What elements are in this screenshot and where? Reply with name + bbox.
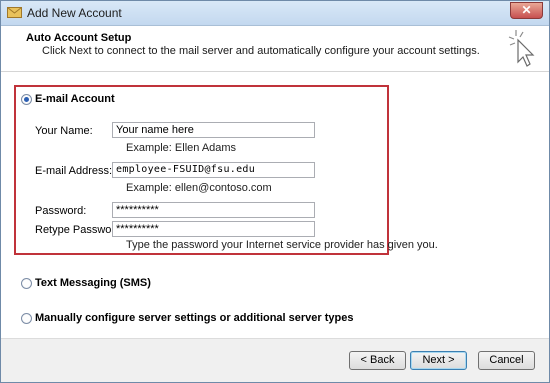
password-label: Password: [35,205,87,217]
button-bar: < Back Next > Cancel [1,338,549,382]
page-subtitle: Click Next to connect to the mail server… [42,45,480,57]
password-field[interactable]: ********** [112,202,315,218]
cursor-sparkle-icon [508,30,535,67]
outlook-app-icon [7,7,22,18]
email-account-label[interactable]: E-mail Account [35,93,115,105]
email-address-field[interactable]: employee-FSUID@fsu.edu [112,162,315,178]
back-button[interactable]: < Back [349,351,406,370]
text-messaging-radio[interactable] [21,278,32,289]
email-account-radio[interactable] [21,94,32,105]
next-button[interactable]: Next > [410,351,467,370]
window-title: Add New Account [27,6,122,20]
cancel-button[interactable]: Cancel [478,351,535,370]
wizard-header: Auto Account Setup Click Next to connect… [1,26,549,72]
email-address-label: E-mail Address: [35,165,113,177]
manual-config-radio[interactable] [21,313,32,324]
your-name-label: Your Name: [35,125,93,137]
email-address-example: Example: ellen@contoso.com [126,182,272,194]
page-title: Auto Account Setup [26,32,132,44]
retype-password-field[interactable]: ********** [112,221,315,237]
text-messaging-label[interactable]: Text Messaging (SMS) [35,277,151,289]
add-new-account-dialog: Add New Account ✕ Auto Account Setup Cli… [0,0,550,383]
close-button[interactable]: ✕ [510,2,543,19]
retype-password-label: Retype Password: [35,224,125,236]
your-name-example: Example: Ellen Adams [126,142,237,154]
your-name-field[interactable]: Your name here [112,122,315,138]
manual-config-label[interactable]: Manually configure server settings or ad… [35,312,354,324]
password-hint: Type the password your Internet service … [126,239,438,251]
title-bar: Add New Account ✕ [1,1,549,26]
